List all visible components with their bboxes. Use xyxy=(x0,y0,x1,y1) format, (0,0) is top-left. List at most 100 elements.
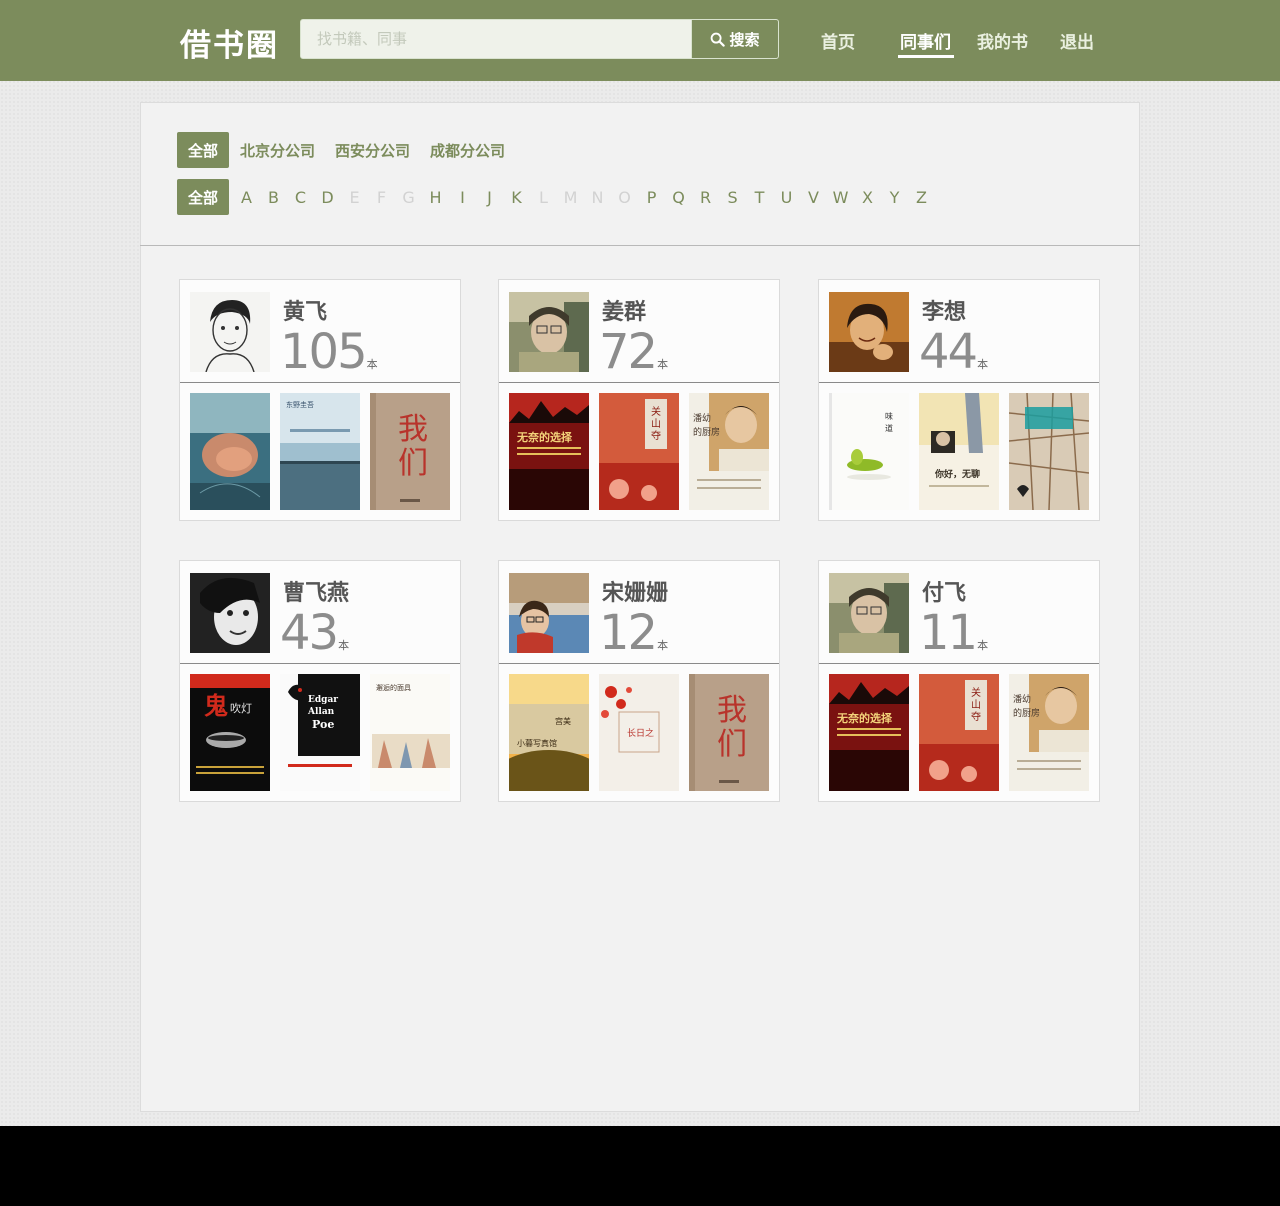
book-cover[interactable]: 无奈的选择 xyxy=(829,674,909,791)
letter-filter-j[interactable]: J xyxy=(476,188,503,207)
svg-text:我: 我 xyxy=(717,693,747,728)
letter-filter-b[interactable]: B xyxy=(260,188,287,207)
colleague-name[interactable]: 曹飞燕 xyxy=(283,575,349,607)
svg-text:我: 我 xyxy=(398,412,428,447)
svg-text:山: 山 xyxy=(651,418,661,430)
book-cover[interactable] xyxy=(190,393,270,510)
book-cover[interactable]: 你好，无聊 xyxy=(919,393,999,510)
letter-filter-h[interactable]: H xyxy=(422,188,449,207)
book-cover[interactable]: 宫美 小暮写真馆 xyxy=(509,674,589,791)
top-bar: 借书圈 搜索 首页 同事们 我的书 退出 xyxy=(0,0,1280,81)
svg-text:潘幼: 潘幼 xyxy=(693,412,711,424)
colleague-name[interactable]: 姜群 xyxy=(602,294,646,326)
card-divider xyxy=(819,663,1099,664)
svg-text:Edgar: Edgar xyxy=(308,695,338,705)
nav-colleagues[interactable]: 同事们 xyxy=(900,28,951,53)
letter-filter-q[interactable]: Q xyxy=(665,188,692,207)
book-shelf: 无奈的选择关山夺潘幼 的厨房 xyxy=(829,674,1089,791)
letter-filter-f: F xyxy=(376,187,387,207)
book-cover[interactable]: 鬼吹灯 xyxy=(190,674,270,791)
colleague-card[interactable]: 付飞 11本 无奈的选择关山夺潘幼 的厨房 xyxy=(818,560,1100,802)
colleague-card[interactable]: 李想 44本味道你好，无聊 xyxy=(818,279,1100,521)
company-filter-all[interactable]: 全部 xyxy=(177,132,230,168)
book-cover[interactable]: Edgar Allan Poe xyxy=(280,674,360,791)
letter-filter-k[interactable]: K xyxy=(503,188,530,207)
book-cover[interactable]: 邂逅的面具 xyxy=(370,674,450,791)
site-logo[interactable]: 借书圈 xyxy=(180,20,279,65)
letter-filter-d[interactable]: D xyxy=(314,188,341,207)
letter-filter-x[interactable]: X xyxy=(854,188,881,207)
avatar[interactable] xyxy=(509,573,589,653)
letter-filter-all[interactable]: 全部 xyxy=(177,179,230,215)
avatar[interactable] xyxy=(190,573,270,653)
svg-text:Allan: Allan xyxy=(307,707,335,717)
book-count-unit: 本 xyxy=(657,358,669,371)
colleague-card[interactable]: 姜群 72本无奈的选择关山夺潘幼 的厨房 xyxy=(498,279,780,521)
search-input[interactable] xyxy=(301,20,691,58)
book-count-value: 44 xyxy=(919,324,978,380)
book-shelf: 鬼吹灯 Edgar Allan Poe 邂逅的面具 xyxy=(190,674,450,791)
company-filter-xian[interactable]: 西安分公司 xyxy=(335,140,410,161)
card-divider xyxy=(180,382,460,383)
book-shelf: 东野圭吾我们 xyxy=(190,393,450,510)
letter-filter-y[interactable]: Y xyxy=(881,188,908,207)
book-cover[interactable]: 东野圭吾 xyxy=(280,393,360,510)
book-cover[interactable] xyxy=(1009,393,1089,510)
book-cover[interactable]: 无奈的选择 xyxy=(509,393,589,510)
book-cover[interactable]: 潘幼 的厨房 xyxy=(1009,674,1089,791)
colleague-card-header: 宋姗姗 12本 xyxy=(499,561,779,663)
avatar[interactable] xyxy=(829,292,909,372)
svg-text:长日之: 长日之 xyxy=(627,727,654,739)
book-cover[interactable]: 关山夺 xyxy=(599,393,679,510)
book-count-unit: 本 xyxy=(977,639,989,652)
letter-filter: 全部 ABCDEFGHIJKLMNOPQRSTUVWXYZ xyxy=(177,179,935,215)
letter-filter-s[interactable]: S xyxy=(719,188,746,207)
search-box: 搜索 xyxy=(300,19,779,59)
letter-filter-w[interactable]: W xyxy=(827,188,854,207)
search-icon xyxy=(711,32,726,47)
letter-filter-v[interactable]: V xyxy=(800,188,827,207)
nav-home[interactable]: 首页 xyxy=(821,28,855,53)
letter-filter-c[interactable]: C xyxy=(287,188,314,207)
svg-text:道: 道 xyxy=(885,423,893,433)
nav-my-books[interactable]: 我的书 xyxy=(977,28,1028,53)
card-divider xyxy=(819,382,1099,383)
book-cover[interactable]: 潘幼 的厨房 xyxy=(689,393,769,510)
search-button[interactable]: 搜索 xyxy=(691,20,778,58)
letter-filter-a[interactable]: A xyxy=(233,188,260,207)
book-cover[interactable]: 我们 xyxy=(689,674,769,791)
card-divider xyxy=(180,663,460,664)
colleague-name[interactable]: 李想 xyxy=(922,294,966,326)
book-cover[interactable]: 关山夺 xyxy=(919,674,999,791)
avatar[interactable] xyxy=(829,573,909,653)
letter-filter-z[interactable]: Z xyxy=(908,188,935,207)
nav-logout[interactable]: 退出 xyxy=(1060,28,1094,53)
colleague-name[interactable]: 宋姗姗 xyxy=(602,575,668,607)
company-filter-chengdu[interactable]: 成都分公司 xyxy=(430,140,505,161)
book-cover[interactable]: 味道 xyxy=(829,393,909,510)
avatar[interactable] xyxy=(509,292,589,372)
svg-text:你好，无聊: 你好，无聊 xyxy=(934,468,980,480)
svg-text:山: 山 xyxy=(971,699,981,711)
letter-filter-t[interactable]: T xyxy=(746,188,773,207)
letter-filter-i[interactable]: I xyxy=(449,188,476,207)
svg-text:的厨房: 的厨房 xyxy=(1013,707,1040,719)
letter-filter-o: O xyxy=(618,187,631,207)
book-cover[interactable]: 长日之 xyxy=(599,674,679,791)
letter-filter-e: E xyxy=(349,187,360,207)
colleague-name[interactable]: 付飞 xyxy=(922,575,966,607)
letter-filter-r[interactable]: R xyxy=(692,188,719,207)
letter-filter-u[interactable]: U xyxy=(773,188,800,207)
footer xyxy=(0,1126,1280,1206)
avatar[interactable] xyxy=(190,292,270,372)
colleague-card[interactable]: 宋姗姗 12本宫美 小暮写真馆 长日之 我们 xyxy=(498,560,780,802)
company-filter-beijing[interactable]: 北京分公司 xyxy=(240,140,315,161)
letter-filter-p[interactable]: P xyxy=(638,188,665,207)
book-count-unit: 本 xyxy=(977,358,989,371)
colleague-card-header: 姜群 72本 xyxy=(499,280,779,382)
svg-text:关: 关 xyxy=(971,686,981,699)
colleague-name[interactable]: 黄飞 xyxy=(283,294,327,326)
colleague-card[interactable]: 黄飞 105本 东野圭吾我们 xyxy=(179,279,461,521)
colleague-card[interactable]: 曹飞燕 43本鬼吹灯 Edgar Allan Poe 邂逅的面具 xyxy=(179,560,461,802)
book-cover[interactable]: 我们 xyxy=(370,393,450,510)
